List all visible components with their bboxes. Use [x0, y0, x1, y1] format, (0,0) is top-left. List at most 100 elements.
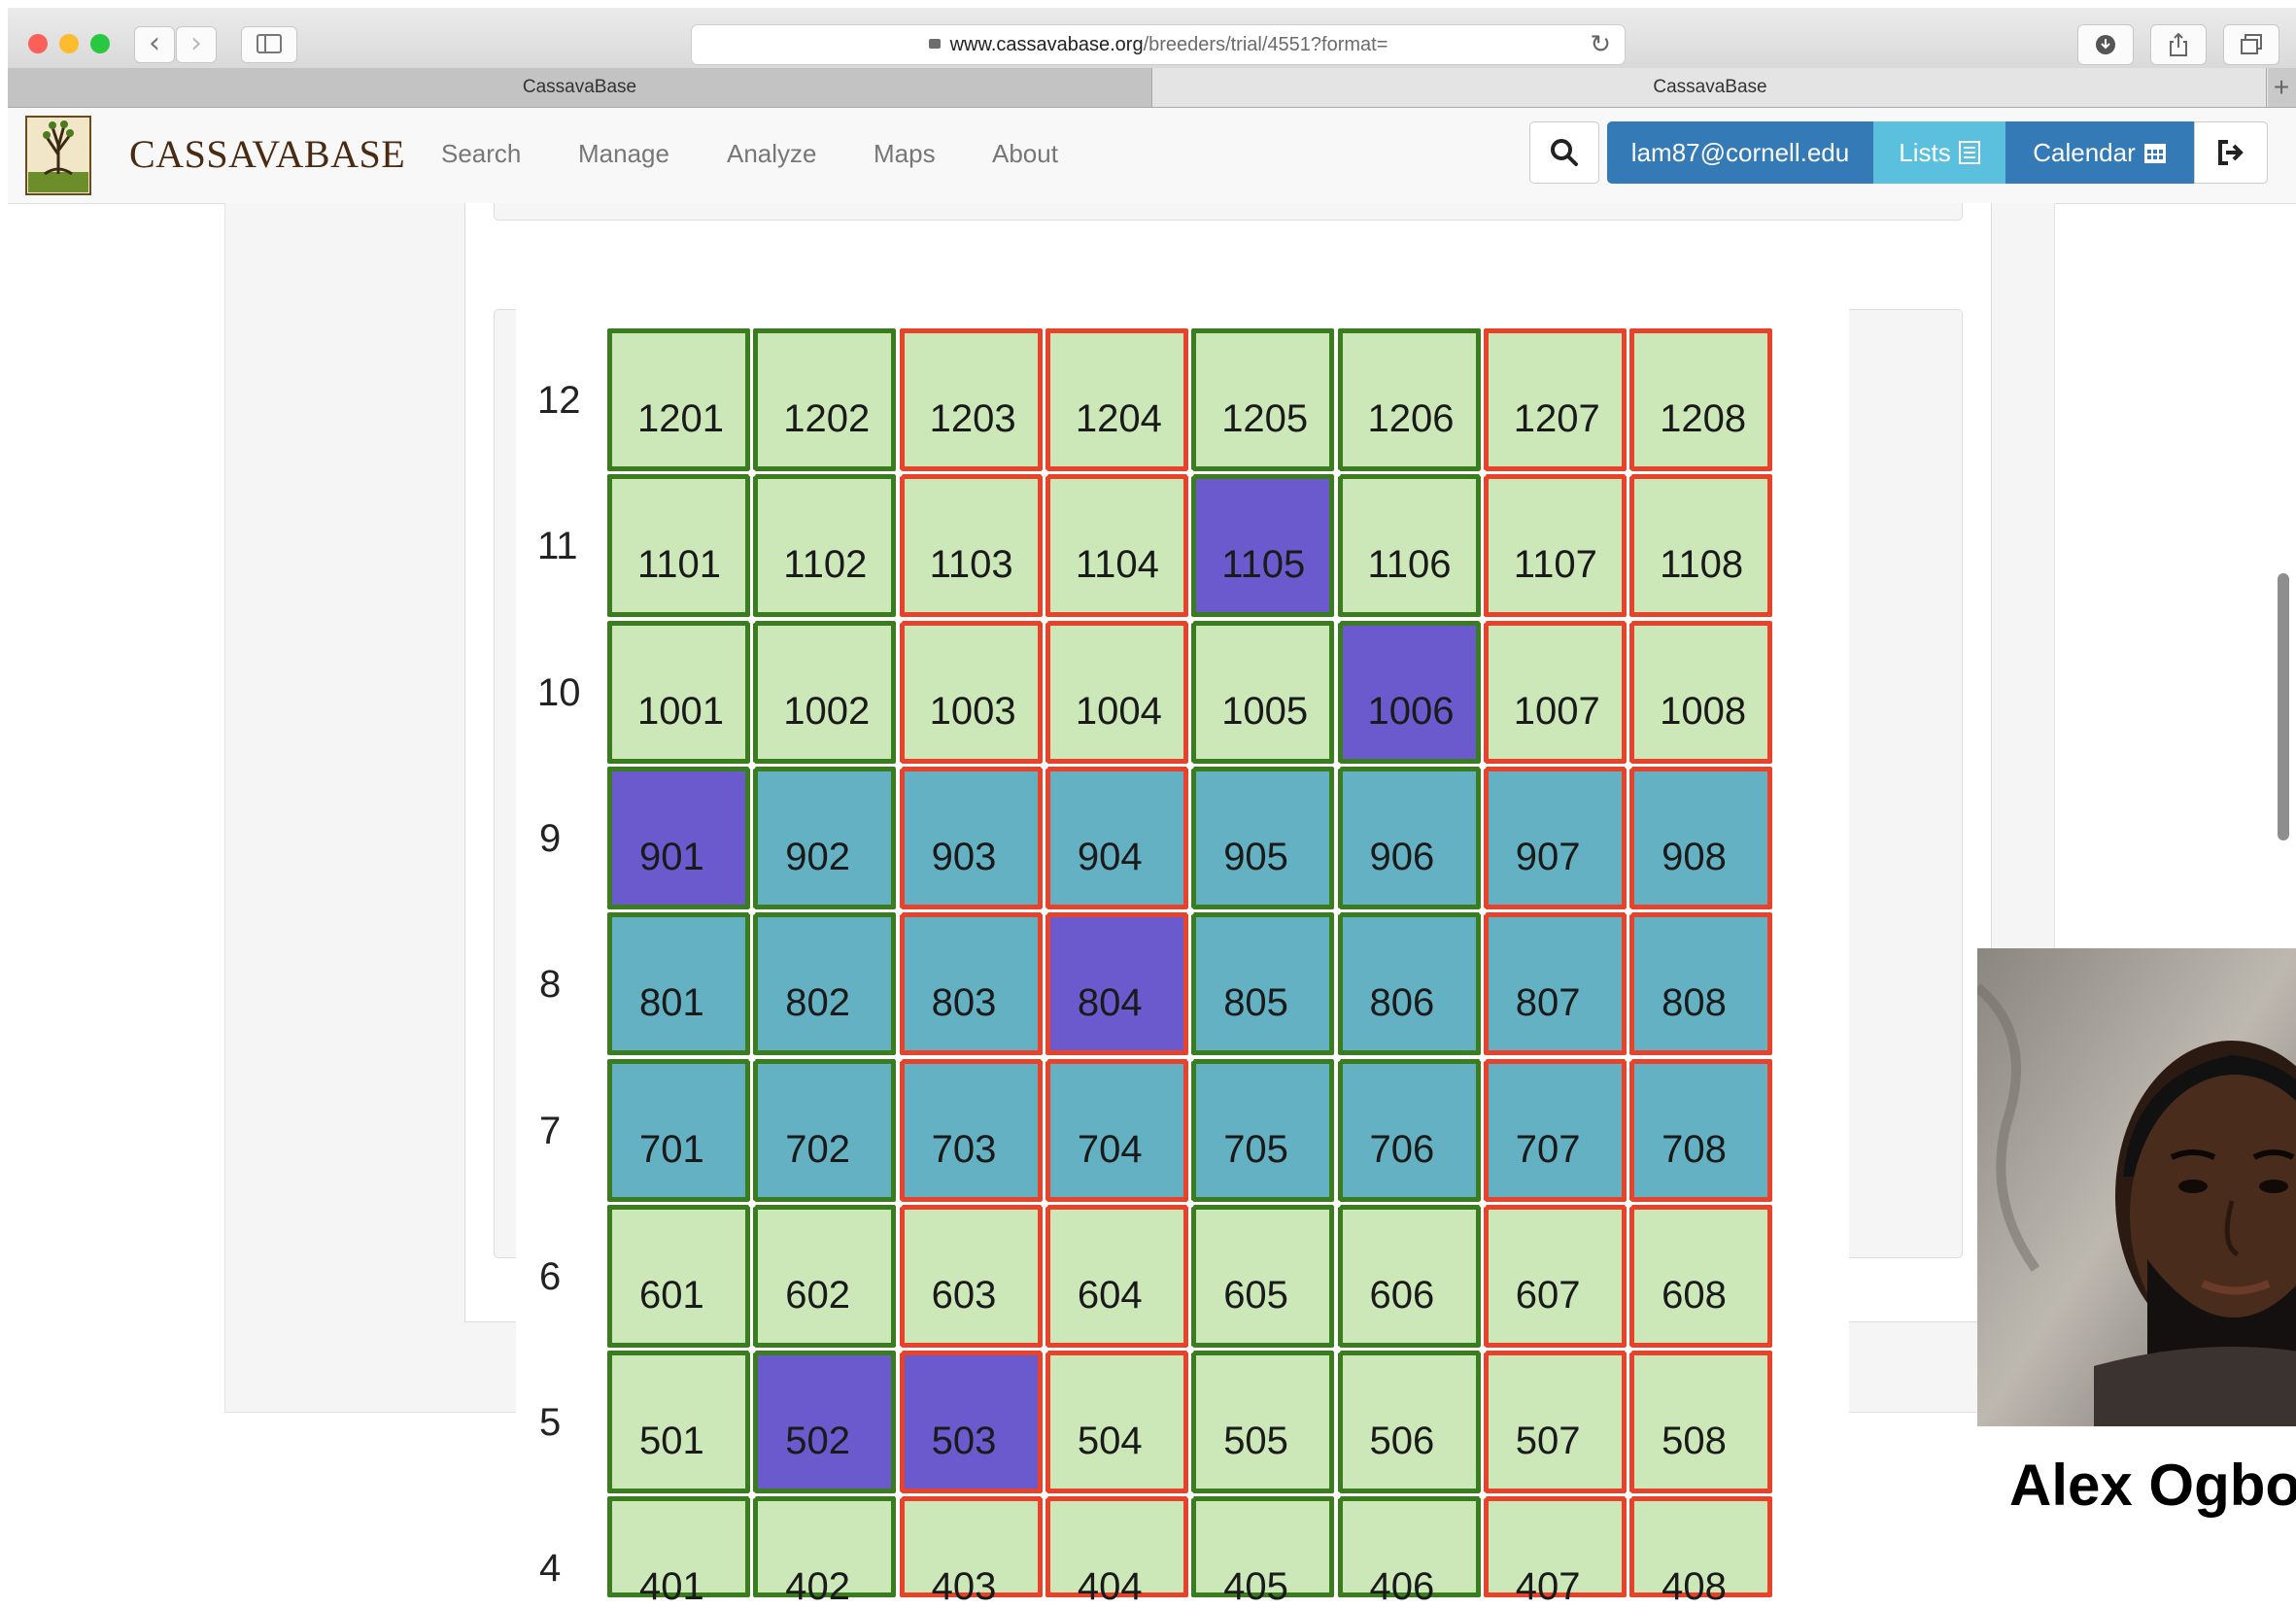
plot-902[interactable]: 902 [753, 766, 897, 909]
logout-button[interactable] [2194, 121, 2268, 184]
plot-1102[interactable]: 1102 [753, 474, 897, 618]
plot-508[interactable]: 508 [1629, 1351, 1773, 1494]
plot-1103[interactable]: 1103 [899, 474, 1043, 618]
plot-904[interactable]: 904 [1045, 766, 1188, 909]
plot-903[interactable]: 903 [899, 766, 1043, 909]
plot-1201[interactable]: 1201 [607, 328, 750, 471]
plot-605[interactable]: 605 [1191, 1204, 1335, 1348]
page-scrollbar[interactable] [2278, 573, 2289, 840]
plot-507[interactable]: 507 [1483, 1351, 1627, 1494]
plot-906[interactable]: 906 [1337, 766, 1481, 909]
plot-702[interactable]: 702 [753, 1058, 897, 1202]
minimize-window-button[interactable] [59, 34, 79, 53]
plot-604[interactable]: 604 [1045, 1204, 1188, 1348]
plot-1207[interactable]: 1207 [1483, 328, 1627, 471]
plot-1002[interactable]: 1002 [753, 620, 897, 764]
plot-706[interactable]: 706 [1337, 1058, 1481, 1202]
menu-manage[interactable]: Manage [578, 139, 669, 169]
plot-704[interactable]: 704 [1045, 1058, 1188, 1202]
plot-606[interactable]: 606 [1337, 1204, 1481, 1348]
cassavabase-logo[interactable] [25, 116, 91, 195]
tabs-overview-button[interactable] [2223, 24, 2279, 65]
plot-803[interactable]: 803 [899, 912, 1043, 1056]
plot-505[interactable]: 505 [1191, 1351, 1335, 1494]
plot-707[interactable]: 707 [1483, 1058, 1627, 1202]
zoom-window-button[interactable] [90, 34, 110, 53]
downloads-button[interactable] [2077, 24, 2134, 65]
plot-506[interactable]: 506 [1337, 1351, 1481, 1494]
forward-button[interactable]: › [176, 26, 217, 63]
lists-label: Lists [1899, 138, 1951, 167]
plot-1108[interactable]: 1108 [1629, 474, 1773, 618]
plot-1006[interactable]: 1006 [1337, 620, 1481, 764]
plot-1205[interactable]: 1205 [1191, 328, 1335, 471]
plot-1208[interactable]: 1208 [1629, 328, 1773, 471]
plot-1204[interactable]: 1204 [1045, 328, 1188, 471]
plot-705[interactable]: 705 [1191, 1058, 1335, 1202]
plot-1101[interactable]: 1101 [607, 474, 750, 618]
plot-1106[interactable]: 1106 [1337, 474, 1481, 618]
plot-1202[interactable]: 1202 [753, 328, 897, 471]
plot-504[interactable]: 504 [1045, 1351, 1188, 1494]
plot-901[interactable]: 901 [607, 766, 750, 909]
plot-708[interactable]: 708 [1629, 1058, 1773, 1202]
plot-701[interactable]: 701 [607, 1058, 750, 1202]
plot-601[interactable]: 601 [607, 1204, 750, 1348]
plot-1007[interactable]: 1007 [1483, 620, 1627, 764]
plot-807[interactable]: 807 [1483, 912, 1627, 1056]
plot-403[interactable]: 403 [899, 1496, 1043, 1608]
menu-about[interactable]: About [992, 139, 1058, 169]
plot-402[interactable]: 402 [753, 1496, 897, 1608]
user-account-button[interactable]: lam87@cornell.edu [1607, 121, 1873, 184]
menu-analyze[interactable]: Analyze [727, 139, 817, 169]
new-tab-button[interactable]: + [2266, 68, 2296, 107]
plot-503[interactable]: 503 [899, 1351, 1043, 1494]
plot-401[interactable]: 401 [607, 1496, 750, 1608]
plot-801[interactable]: 801 [607, 912, 750, 1056]
plot-703[interactable]: 703 [899, 1058, 1043, 1202]
plot-603[interactable]: 603 [899, 1204, 1043, 1348]
plot-501[interactable]: 501 [607, 1351, 750, 1494]
plot-1004[interactable]: 1004 [1045, 620, 1188, 764]
plot-907[interactable]: 907 [1483, 766, 1627, 909]
plot-802[interactable]: 802 [753, 912, 897, 1056]
menu-maps[interactable]: Maps [874, 139, 936, 169]
tab-cassavabase-1[interactable]: CassavaBase [8, 68, 1152, 107]
plot-406[interactable]: 406 [1337, 1496, 1481, 1608]
plot-1206[interactable]: 1206 [1337, 328, 1481, 471]
plot-908[interactable]: 908 [1629, 766, 1773, 909]
plot-502[interactable]: 502 [753, 1351, 897, 1494]
share-button[interactable] [2150, 24, 2207, 65]
plot-408[interactable]: 408 [1629, 1496, 1773, 1608]
plot-405[interactable]: 405 [1191, 1496, 1335, 1608]
plot-404[interactable]: 404 [1045, 1496, 1188, 1608]
plot-1001[interactable]: 1001 [607, 620, 750, 764]
plot-1104[interactable]: 1104 [1045, 474, 1188, 618]
plot-407[interactable]: 407 [1483, 1496, 1627, 1608]
search-button[interactable] [1529, 121, 1599, 184]
sidebar-toggle-button[interactable] [241, 26, 297, 63]
plot-1105[interactable]: 1105 [1191, 474, 1335, 618]
plot-607[interactable]: 607 [1483, 1204, 1627, 1348]
brand-name[interactable]: CASSAVABASE [129, 131, 405, 177]
plot-1203[interactable]: 1203 [899, 328, 1043, 471]
reload-icon[interactable]: ↻ [1590, 25, 1611, 64]
back-button[interactable]: ‹ [134, 26, 175, 63]
close-window-button[interactable] [28, 34, 48, 53]
calendar-button[interactable]: Calendar [2005, 121, 2194, 184]
plot-805[interactable]: 805 [1191, 912, 1335, 1056]
plot-1008[interactable]: 1008 [1629, 620, 1773, 764]
plot-808[interactable]: 808 [1629, 912, 1773, 1056]
plot-602[interactable]: 602 [753, 1204, 897, 1348]
plot-1003[interactable]: 1003 [899, 620, 1043, 764]
plot-1005[interactable]: 1005 [1191, 620, 1335, 764]
lists-button[interactable]: Lists [1873, 121, 2005, 184]
plot-806[interactable]: 806 [1337, 912, 1481, 1056]
plot-1107[interactable]: 1107 [1483, 474, 1627, 618]
address-bar[interactable]: www.cassavabase.org/breeders/trial/4551?… [691, 24, 1626, 65]
plot-905[interactable]: 905 [1191, 766, 1335, 909]
tab-cassavabase-2[interactable]: CassavaBase [1152, 68, 2268, 107]
plot-804[interactable]: 804 [1045, 912, 1188, 1056]
plot-608[interactable]: 608 [1629, 1204, 1773, 1348]
menu-search[interactable]: Search [441, 139, 521, 169]
